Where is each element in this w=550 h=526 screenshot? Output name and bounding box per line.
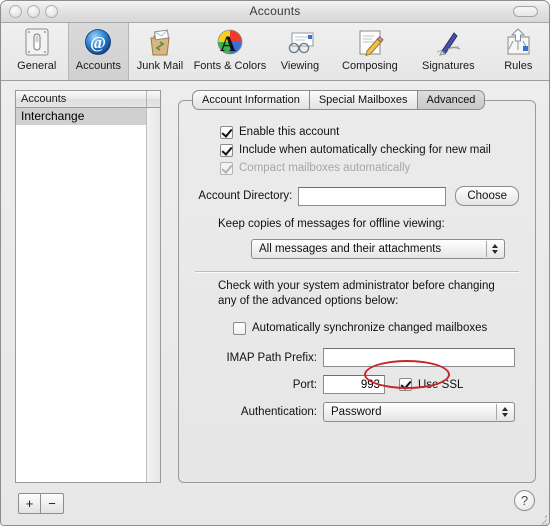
- fonts-colors-icon: A: [214, 27, 246, 58]
- use-ssl-checkbox[interactable]: [399, 378, 412, 391]
- include-auto-check-checkbox[interactable]: [220, 143, 233, 157]
- use-ssl-label: Use SSL: [418, 378, 464, 391]
- admin-warning-text: Check with your system administrator bef…: [218, 280, 495, 307]
- tab-special-mailboxes[interactable]: Special Mailboxes: [308, 90, 417, 110]
- rules-icon: [502, 27, 534, 58]
- imap-path-prefix-label: IMAP Path Prefix:: [226, 351, 317, 364]
- toolbar-item-viewing[interactable]: Viewing: [269, 23, 331, 80]
- advanced-form: Enable this account Include when automat…: [179, 101, 535, 482]
- enable-account-label: Enable this account: [239, 126, 340, 138]
- authentication-row: Authentication: Password: [195, 402, 519, 422]
- accounts-list-header: Accounts: [16, 91, 160, 108]
- account-directory-row: Account Directory: Choose: [195, 186, 519, 206]
- resize-grip[interactable]: [534, 513, 548, 525]
- accounts-list[interactable]: Accounts Interchange: [15, 90, 161, 483]
- compact-mailboxes-row: Compact mailboxes automatically: [220, 159, 519, 177]
- toolbar-toggle-button[interactable]: [513, 6, 538, 17]
- toolbar-item-label: Junk Mail: [136, 60, 184, 72]
- general-icon: [21, 27, 53, 58]
- toolbar-item-general[interactable]: General: [6, 23, 68, 80]
- composing-icon: [354, 27, 386, 58]
- toolbar-item-label: General: [17, 60, 57, 72]
- account-directory-label: Account Directory:: [198, 190, 293, 202]
- toolbar-item-accounts[interactable]: @ Accounts: [67, 23, 130, 80]
- toolbar-item-label: Accounts: [75, 60, 121, 72]
- preferences-body: Accounts Interchange + − ? Account Infor…: [1, 81, 549, 525]
- authentication-value: Password: [331, 406, 382, 418]
- tab-panel-advanced: Enable this account Include when automat…: [178, 100, 536, 483]
- list-item[interactable]: Interchange: [16, 108, 160, 125]
- choose-button[interactable]: Choose: [455, 186, 519, 206]
- chevron-updown-icon: [486, 241, 502, 257]
- compact-mailboxes-label: Compact mailboxes automatically: [239, 162, 411, 174]
- toolbar-item-label: Composing: [342, 60, 398, 72]
- imap-path-prefix-input[interactable]: [323, 348, 515, 367]
- remove-account-button[interactable]: −: [41, 494, 63, 513]
- window-titlebar: Accounts: [1, 1, 549, 23]
- toolbar-item-label: Fonts & Colors: [193, 60, 267, 72]
- include-auto-check-row[interactable]: Include when automatically checking for …: [220, 141, 519, 159]
- offline-copies-popup[interactable]: All messages and their attachments: [251, 239, 505, 259]
- toolbar-item-signatures[interactable]: Signatures: [409, 23, 487, 80]
- accounts-list-scrollbar[interactable]: [146, 108, 160, 482]
- enable-account-row[interactable]: Enable this account: [220, 123, 519, 141]
- offline-copies-label: Keep copies of messages for offline view…: [218, 218, 445, 230]
- add-account-button[interactable]: +: [19, 494, 41, 513]
- toolbar-item-fonts-colors[interactable]: A Fonts & Colors: [191, 23, 269, 80]
- signatures-icon: [432, 27, 464, 58]
- svg-text:A: A: [220, 31, 236, 56]
- port-row: Port: Use SSL: [195, 375, 519, 394]
- offline-copies-value: All messages and their attachments: [259, 243, 442, 255]
- toolbar-item-rules[interactable]: Rules: [488, 23, 549, 80]
- tab-account-information[interactable]: Account Information: [192, 90, 309, 110]
- tab-strip: Account Information Special Mailboxes Ad…: [192, 90, 486, 110]
- port-label: Port:: [292, 378, 317, 391]
- account-add-remove-segmented-control[interactable]: + −: [18, 493, 64, 514]
- window-title: Accounts: [249, 4, 301, 18]
- authentication-label: Authentication:: [240, 406, 317, 418]
- chevron-updown-icon: [496, 404, 512, 420]
- compact-mailboxes-checkbox: [220, 161, 233, 175]
- include-auto-check-label: Include when automatically checking for …: [239, 144, 491, 156]
- toolbar-item-composing[interactable]: Composing: [331, 23, 409, 80]
- junk-mail-icon: [144, 27, 176, 58]
- preferences-toolbar: General @ Accounts Junk Mail A Fonts & C…: [1, 23, 549, 81]
- toolbar-item-label: Viewing: [280, 60, 320, 72]
- section-divider: [195, 271, 519, 273]
- accounts-list-header-gutter: [146, 91, 160, 107]
- tab-advanced[interactable]: Advanced: [416, 90, 486, 110]
- viewing-icon: [284, 27, 316, 58]
- toolbar-item-label: Rules: [504, 60, 533, 72]
- svg-text:@: @: [90, 33, 106, 52]
- account-tabview: Account Information Special Mailboxes Ad…: [178, 90, 536, 483]
- toolbar-item-junk-mail[interactable]: Junk Mail: [129, 23, 191, 80]
- authentication-popup[interactable]: Password: [323, 402, 515, 422]
- accounts-column-header: Accounts: [21, 93, 67, 105]
- toolbar-item-label: Signatures: [422, 60, 475, 72]
- accounts-preferences-window: Accounts General @ Accounts Junk Mail A …: [0, 0, 550, 526]
- enable-account-checkbox[interactable]: [220, 125, 233, 139]
- account-directory-input[interactable]: [298, 186, 447, 206]
- auto-sync-row[interactable]: Automatically synchronize changed mailbo…: [233, 319, 519, 337]
- imap-path-prefix-row: IMAP Path Prefix:: [195, 348, 519, 367]
- help-button[interactable]: ?: [514, 490, 535, 511]
- auto-sync-checkbox[interactable]: [233, 321, 246, 335]
- auto-sync-label: Automatically synchronize changed mailbo…: [252, 322, 488, 334]
- accounts-at-icon: @: [82, 27, 114, 58]
- port-input[interactable]: [323, 375, 385, 394]
